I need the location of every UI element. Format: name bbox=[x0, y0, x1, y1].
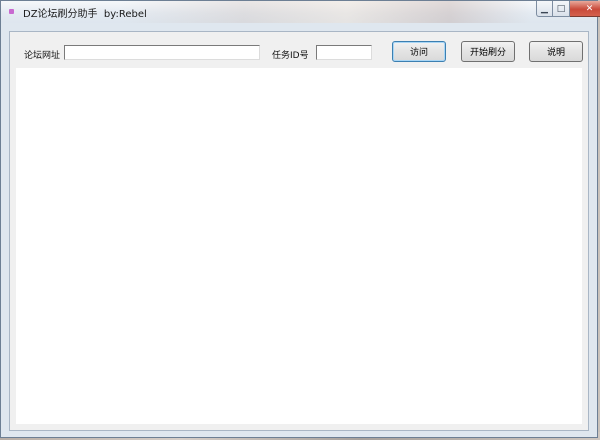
visit-button[interactable]: 访问 bbox=[392, 41, 446, 62]
minimize-icon: ▁ bbox=[541, 3, 548, 14]
maximize-button[interactable]: □ bbox=[553, 1, 570, 17]
start-button-label: 开始刷分 bbox=[469, 48, 506, 58]
task-id-input[interactable] bbox=[316, 45, 372, 60]
close-button[interactable]: ✕ bbox=[570, 1, 600, 17]
window-controls: ▁ □ ✕ bbox=[536, 1, 600, 19]
start-button[interactable]: 开始刷分 bbox=[461, 41, 515, 62]
browser-content-area[interactable] bbox=[16, 68, 582, 424]
url-label: 论坛网址 bbox=[24, 51, 61, 61]
url-input[interactable] bbox=[64, 45, 260, 60]
client-area: 论坛网址 任务ID号 访问 开始刷分 说明 bbox=[9, 31, 589, 431]
title-bar-background bbox=[121, 1, 531, 23]
task-id-label: 任务ID号 bbox=[272, 51, 309, 61]
app-icon[interactable] bbox=[9, 9, 14, 14]
maximize-icon: □ bbox=[556, 3, 566, 14]
minimize-button[interactable]: ▁ bbox=[536, 1, 553, 17]
close-icon: ✕ bbox=[585, 3, 594, 14]
title-bar[interactable]: DZ论坛刷分助手 by:Rebel bbox=[1, 1, 597, 23]
app-window: DZ论坛刷分助手 by:Rebel ▁ □ ✕ 论坛网址 任务ID号 访问 开始… bbox=[0, 0, 600, 438]
help-button[interactable]: 说明 bbox=[529, 41, 583, 62]
visit-button-label: 访问 bbox=[409, 48, 428, 58]
help-button-label: 说明 bbox=[546, 48, 565, 58]
window-title: DZ论坛刷分助手 by:Rebel bbox=[23, 9, 147, 20]
